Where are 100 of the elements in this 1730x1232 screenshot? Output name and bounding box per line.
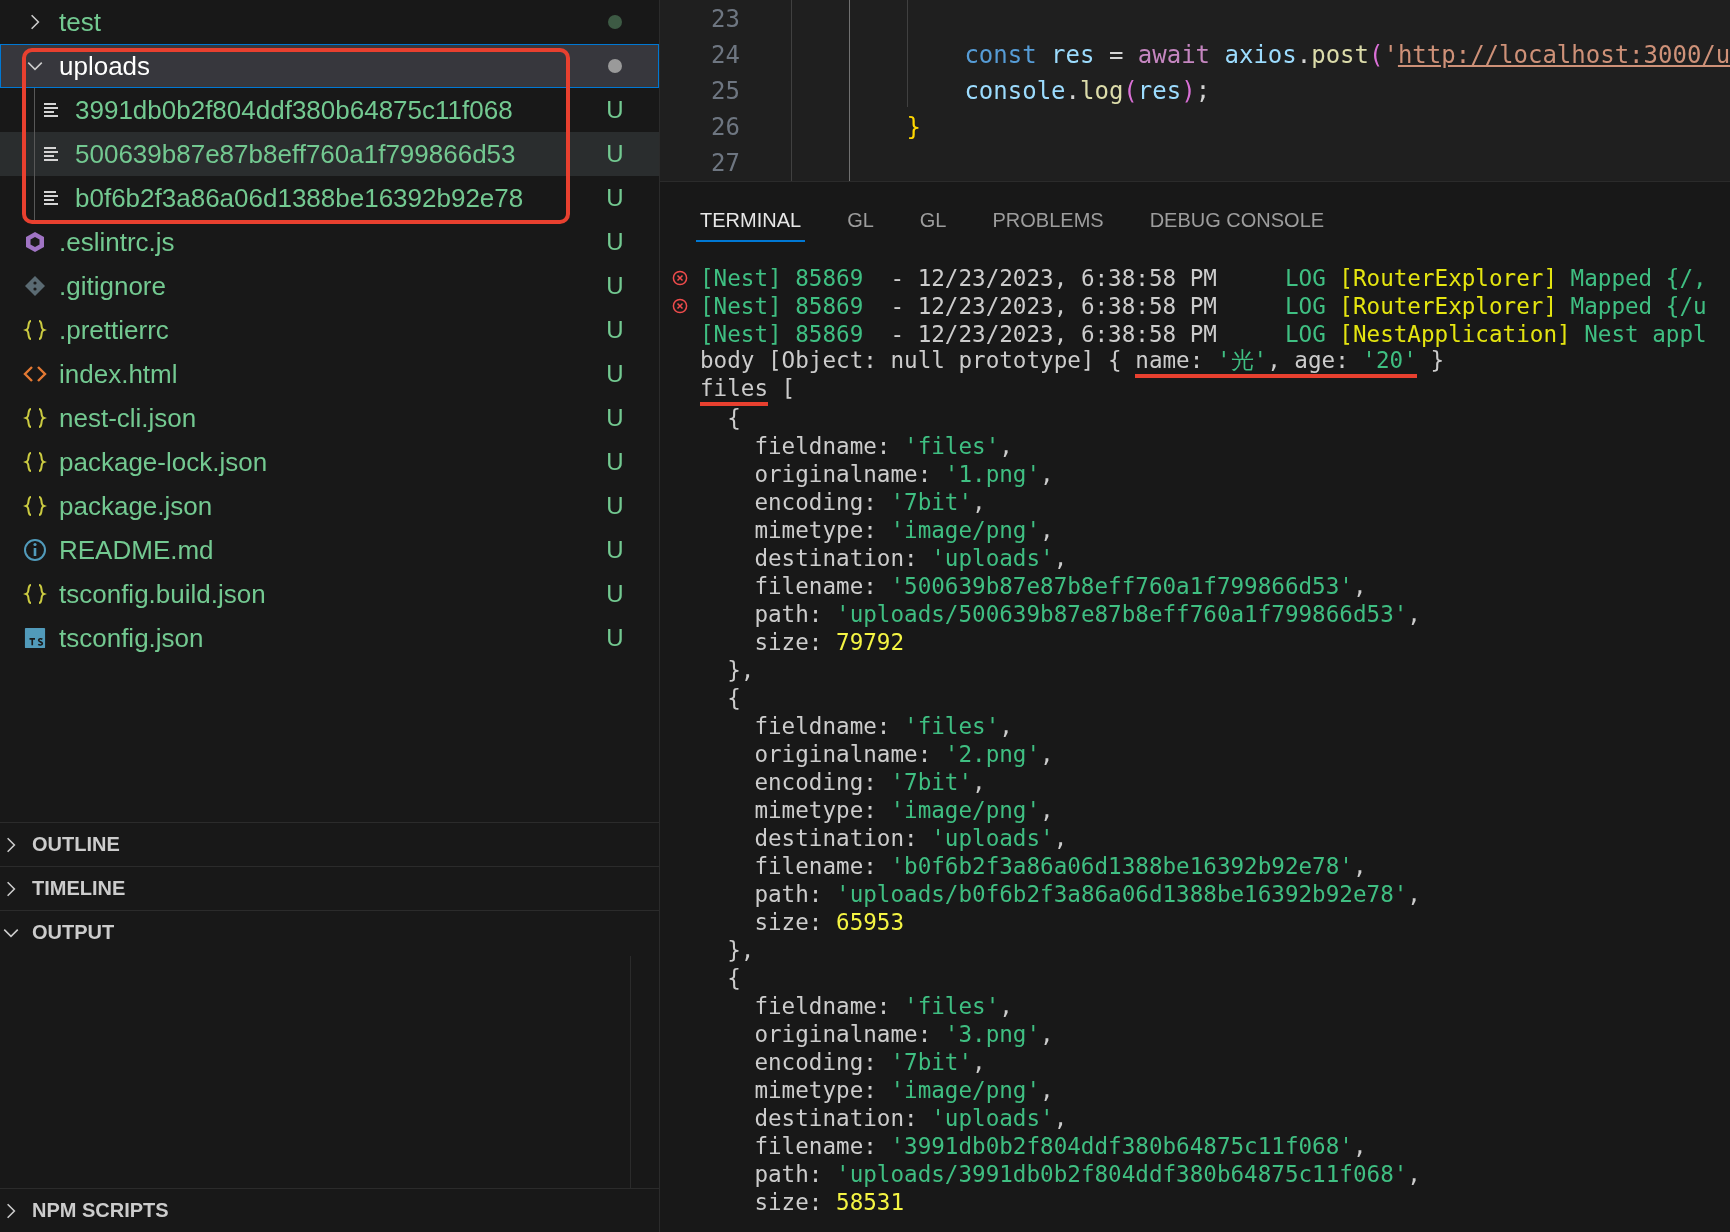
terminal-line: filename: 'b0f6b2f3a86a06d1388be16392b92e78', xyxy=(753,852,1367,880)
file-name: .prettierrc xyxy=(59,314,170,346)
text-file-icon xyxy=(41,188,61,208)
git-status: U xyxy=(606,96,624,124)
file-name: tsconfig.json xyxy=(59,622,205,654)
file-row[interactable]: index.html U xyxy=(0,352,659,396)
terminal-line: { xyxy=(726,684,741,712)
section-header[interactable]: TIMELINE xyxy=(0,866,659,910)
terminal-line: size: 79792 xyxy=(753,628,905,656)
file-row[interactable]: package.json U xyxy=(0,484,659,528)
panel-tab[interactable]: GL xyxy=(915,196,951,242)
file-name: 3991db0b2f804ddf380b64875c11f068 xyxy=(75,94,514,126)
file-row[interactable]: package-lock.json U xyxy=(0,440,659,484)
file-row[interactable]: .prettierrc U xyxy=(0,308,659,352)
terminal-line: destination: 'uploads', xyxy=(753,1104,1068,1132)
file-name: nest-cli.json xyxy=(59,402,198,434)
terminal-line: [Nest] 85869 - 12/23/2023, 6:38:58 PM LOG [NestApplication] Nest appl xyxy=(700,320,1707,348)
terminal-line: }, xyxy=(726,936,755,964)
terminal-line: mimetype: 'image/png', xyxy=(753,796,1054,824)
folder-row[interactable]: test xyxy=(0,0,659,44)
line-number: 23 xyxy=(710,5,740,33)
git-status: U xyxy=(606,536,624,564)
info-icon xyxy=(23,538,47,562)
file-name: .gitignore xyxy=(59,270,167,302)
error-icon xyxy=(672,270,688,286)
code-line: } xyxy=(905,113,922,141)
section-header[interactable]: OUTLINE xyxy=(0,822,659,866)
terminal-line: mimetype: 'image/png', xyxy=(753,516,1054,544)
braces-icon xyxy=(23,582,47,606)
file-name: README.md xyxy=(59,534,215,566)
terminal-line: destination: 'uploads', xyxy=(753,544,1068,572)
folder-name: uploads xyxy=(59,50,152,82)
file-row[interactable]: README.md U xyxy=(0,528,659,572)
braces-icon xyxy=(23,450,47,474)
file-row[interactable]: 500639b87e87b8eff760a1f799866d53 U xyxy=(0,132,659,176)
git-status: U xyxy=(606,624,624,652)
terminal-line: }, xyxy=(726,656,755,684)
file-row[interactable]: tsconfig.build.json U xyxy=(0,572,659,616)
line-number: 24 xyxy=(710,41,740,69)
file-name: package.json xyxy=(59,490,214,522)
terminal-line: originalname: '1.png', xyxy=(753,460,1054,488)
line-number: 27 xyxy=(710,149,740,177)
hexagon-icon xyxy=(23,230,47,254)
git-status: U xyxy=(606,272,624,300)
braces-icon xyxy=(23,494,47,518)
terminal-line: encoding: '7bit', xyxy=(753,1048,986,1076)
terminal-line: path: 'uploads/b0f6b2f3a86a06d1388be16392b92e78', xyxy=(753,880,1421,908)
terminal-line: mimetype: 'image/png', xyxy=(753,1076,1054,1104)
text-file-icon xyxy=(41,144,61,164)
file-row[interactable]: 3991db0b2f804ddf380b64875c11f068 U xyxy=(0,88,659,132)
terminal-line: size: 65953 xyxy=(753,908,905,936)
file-name: b0f6b2f3a86a06d1388be16392b92e78 xyxy=(75,182,525,214)
folder-row[interactable]: uploads xyxy=(0,44,659,88)
terminal-line: filename: '500639b87e87b8eff760a1f799866d53', xyxy=(753,572,1367,600)
text-file-icon xyxy=(41,100,61,120)
git-status: U xyxy=(606,228,624,256)
file-name: 500639b87e87b8eff760a1f799866d53 xyxy=(75,138,517,170)
file-name: index.html xyxy=(59,358,179,390)
git-status: U xyxy=(606,360,624,388)
file-name: package-lock.json xyxy=(59,446,269,478)
line-number: 26 xyxy=(710,113,740,141)
status-dot xyxy=(608,59,622,73)
terminal-line: originalname: '3.png', xyxy=(753,1020,1054,1048)
file-row[interactable]: nest-cli.json U xyxy=(0,396,659,440)
terminal-line: size: 58531 xyxy=(753,1188,905,1216)
terminal-line: path: 'uploads/3991db0b2f804ddf380b64875c11f068', xyxy=(753,1160,1421,1188)
git-status: U xyxy=(606,580,624,608)
typescript-file-icon xyxy=(24,627,46,649)
status-dot xyxy=(608,15,622,29)
file-row[interactable]: .gitignore U xyxy=(0,264,659,308)
code-line: console.log(res); xyxy=(963,77,1211,105)
panel-tab[interactable]: DEBUG CONSOLE xyxy=(1145,196,1329,242)
terminal-line: path: 'uploads/500639b87e87b8eff760a1f799866d53', xyxy=(753,600,1421,628)
git-status: U xyxy=(606,184,624,212)
panel-tab[interactable]: GL xyxy=(843,196,878,242)
line-number: 25 xyxy=(710,77,740,105)
panel-tab[interactable]: PROBLEMS xyxy=(988,196,1108,242)
file-row[interactable]: b0f6b2f3a86a06d1388be16392b92e78 U xyxy=(0,176,659,220)
file-row[interactable]: tsconfig.json U xyxy=(0,616,659,660)
terminal-line: { xyxy=(726,404,741,432)
git-status: U xyxy=(606,140,624,168)
git-status: U xyxy=(606,492,624,520)
section-header[interactable]: NPM SCRIPTS xyxy=(0,1188,659,1232)
git-status: U xyxy=(606,448,624,476)
file-row[interactable]: .eslintrc.js U xyxy=(0,220,659,264)
panel-tab[interactable]: TERMINAL xyxy=(696,196,806,242)
terminal-line: fieldname: 'files', xyxy=(753,432,1013,460)
diamond-icon xyxy=(23,274,47,298)
git-status: U xyxy=(606,316,624,344)
terminal-line: encoding: '7bit', xyxy=(753,768,986,796)
terminal-line: [Nest] 85869 - 12/23/2023, 6:38:58 PM LOG [RouterExplorer] Mapped {/u xyxy=(700,292,1707,320)
section-header[interactable]: OUTPUT xyxy=(0,910,659,954)
terminal-line: [Nest] 85869 - 12/23/2023, 6:38:58 PM LOG [RouterExplorer] Mapped {/, xyxy=(700,264,1707,292)
error-icon xyxy=(672,298,688,314)
braces-icon xyxy=(23,406,47,430)
git-status: U xyxy=(606,404,624,432)
terminal-line: encoding: '7bit', xyxy=(753,488,986,516)
folder-name: test xyxy=(59,6,102,38)
code-line: const res = await axios.post('http://localhost:3000/u xyxy=(963,41,1730,69)
file-name: .eslintrc.js xyxy=(59,226,176,258)
